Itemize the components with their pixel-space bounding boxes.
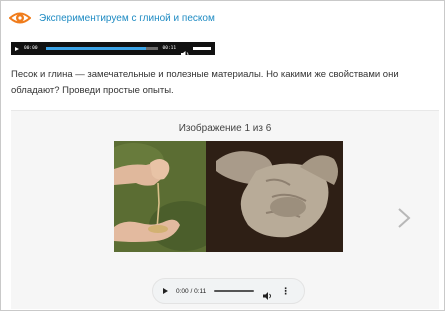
lesson-description: Песок и глина — замечательные и полезные… [11,69,399,96]
eye-icon [8,9,32,27]
volume-icon[interactable] [263,287,273,300]
audio-progress-fill [45,47,147,50]
chevron-right-icon[interactable] [397,207,411,229]
lesson-header: Экспериментируем с глиной и песком [8,8,215,28]
volume-icon[interactable] [181,45,190,58]
image-gallery: Изображение 1 из 6 0:00 / 0:11 ⋮ [11,110,439,309]
lesson-card: Экспериментируем с глиной и песком 00:00… [0,0,445,311]
play-icon[interactable] [15,46,19,51]
sand-hands-photo [114,141,219,252]
gallery-image [114,141,343,252]
play-icon[interactable] [163,288,168,294]
player-time: 0:00 / 0:11 [176,287,207,295]
clay-hands-photo [206,141,343,252]
lesson-title: Экспериментируем с глиной и песком [39,12,215,24]
more-vert-icon[interactable]: ⋮ [281,286,290,296]
player-progress-bar[interactable] [214,290,255,292]
image-counter: Изображение 1 из 6 [178,123,272,134]
gallery-audio-player[interactable]: 0:00 / 0:11 ⋮ [152,278,305,304]
audio-duration: 00:11 [162,46,177,51]
volume-slider[interactable] [193,47,211,50]
audio-progress-bar[interactable] [45,47,158,50]
audio-current-time: 00:00 [24,46,38,51]
audio-player-strip[interactable]: 00:00 00:11 [11,42,215,58]
